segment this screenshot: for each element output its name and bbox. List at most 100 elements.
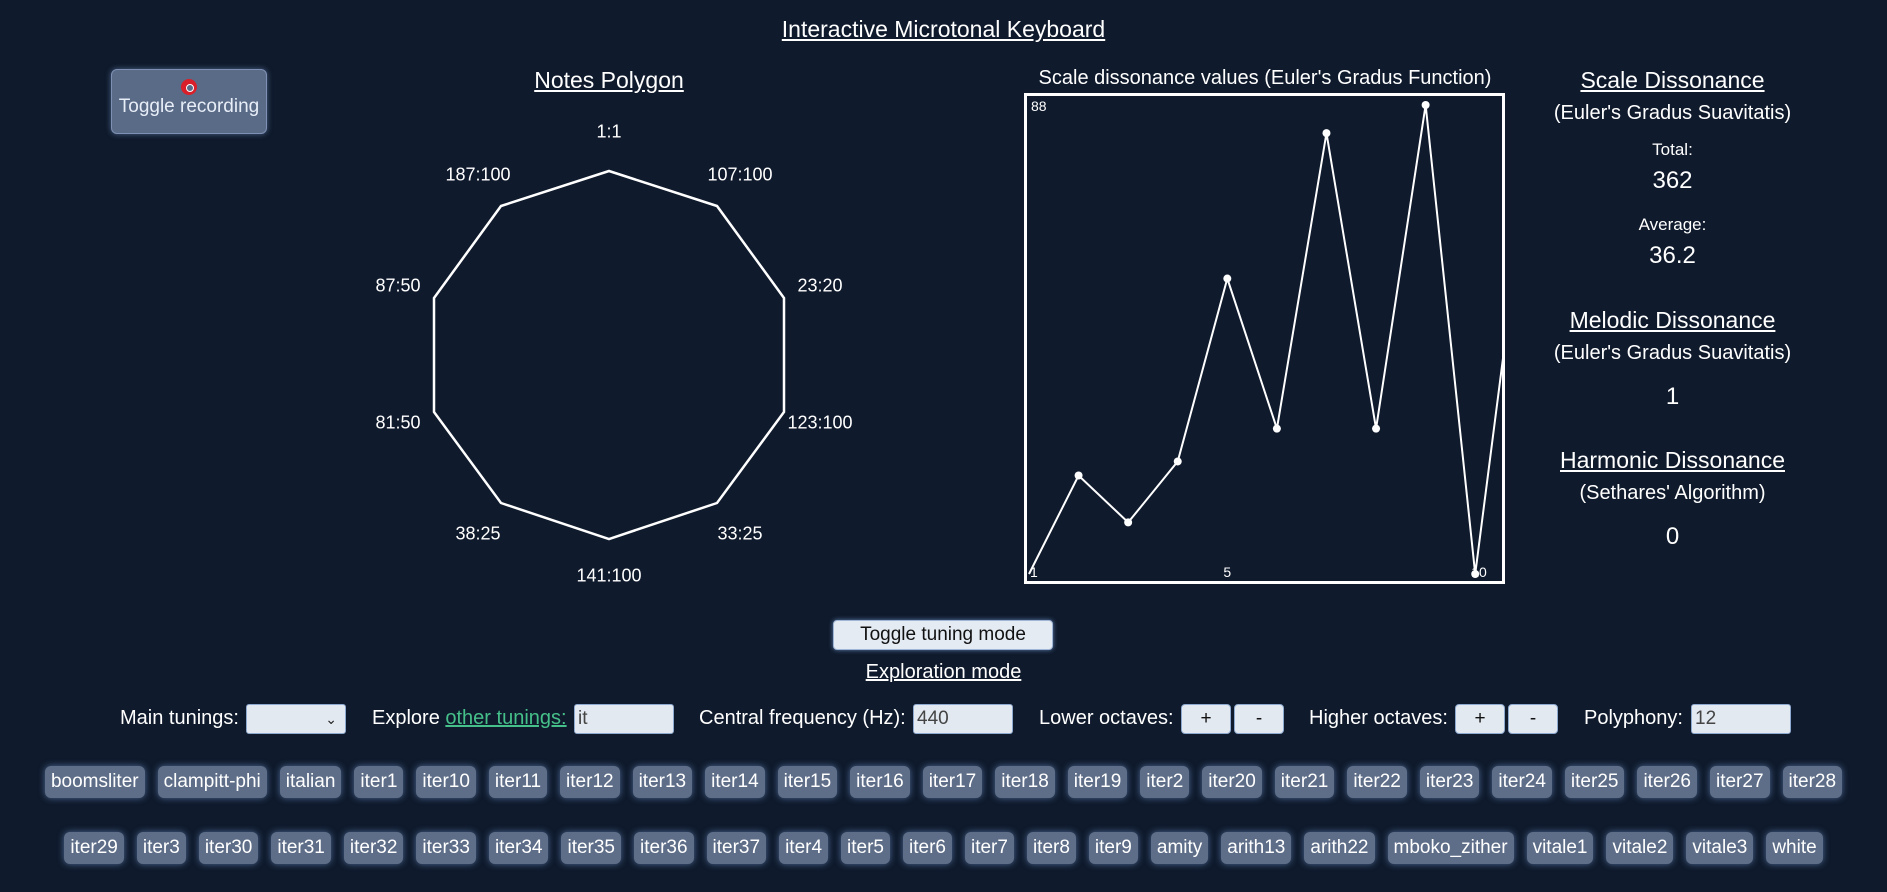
tuning-button[interactable]: mboko_zither — [1387, 832, 1514, 864]
polyphony-label: Polyphony: — [1584, 707, 1683, 729]
tuning-button[interactable]: iter8 — [1026, 832, 1076, 864]
harmonic-dissonance-heading: Harmonic Dissonance — [1560, 447, 1785, 473]
polygon-note-label: 123:100 — [787, 412, 853, 433]
tuning-button[interactable]: iter9 — [1088, 832, 1138, 864]
polygon-note-label: 107:100 — [707, 164, 773, 185]
tuning-button[interactable]: iter27 — [1709, 766, 1770, 798]
tuning-button[interactable]: iter16 — [850, 766, 910, 798]
tuning-button[interactable]: iter26 — [1637, 766, 1697, 798]
other-tunings-link[interactable]: other tunings: — [445, 707, 566, 729]
tuning-button[interactable]: iter23 — [1419, 766, 1480, 798]
tuning-button[interactable]: white — [1766, 832, 1823, 864]
tuning-button[interactable]: iter28 — [1782, 766, 1843, 798]
chart-x-tick-label: 1 — [1030, 564, 1038, 580]
chart-data-point — [1124, 518, 1133, 527]
tuning-button[interactable]: iter7 — [964, 832, 1014, 864]
central-frequency-input[interactable] — [913, 704, 1013, 734]
tuning-button[interactable]: iter5 — [841, 832, 890, 864]
tuning-button[interactable]: iter31 — [271, 832, 331, 864]
page-title: Interactive Microtonal Keyboard — [781, 16, 1106, 42]
tuning-button[interactable]: iter20 — [1202, 766, 1262, 798]
tuning-button[interactable]: iter34 — [488, 832, 549, 864]
average-value: 36.2 — [1649, 242, 1696, 269]
explore-tunings-input[interactable] — [574, 704, 674, 734]
tuning-button[interactable]: iter33 — [416, 832, 476, 864]
toggle-tuning-mode-button[interactable]: Toggle tuning mode — [833, 620, 1053, 650]
explore-label: Explore — [372, 707, 440, 729]
record-icon — [181, 79, 197, 95]
tuning-button[interactable]: amity — [1150, 832, 1209, 864]
toggle-recording-button[interactable]: Toggle recording — [111, 69, 267, 134]
tuning-button[interactable]: iter11 — [488, 766, 548, 798]
dissonance-chart: 88 1 5 10 — [1024, 93, 1505, 584]
tuning-button[interactable]: arith13 — [1221, 832, 1292, 864]
polygon-note-label: 81:50 — [375, 412, 421, 433]
polygon-note-label: 141:100 — [576, 565, 642, 586]
tuning-button[interactable]: arith22 — [1304, 832, 1375, 864]
polyphony-input[interactable] — [1691, 704, 1791, 734]
tuning-button[interactable]: iter13 — [632, 766, 693, 798]
notes-polygon-shape — [432, 169, 786, 541]
tuning-button[interactable]: iter29 — [64, 832, 124, 864]
polygon-note-label: 23:20 — [797, 275, 843, 296]
chart-data-point — [1173, 457, 1182, 466]
tuning-button[interactable]: iter24 — [1492, 766, 1552, 798]
chart-y-top-label: 88 — [1031, 98, 1047, 114]
tuning-button[interactable]: iter36 — [634, 832, 694, 864]
chart-data-point — [1074, 471, 1083, 480]
chart-series-line — [1028, 104, 1504, 575]
tuning-button[interactable]: iter18 — [995, 766, 1055, 798]
tuning-button[interactable]: iter25 — [1564, 766, 1625, 798]
polygon-note-label: 38:25 — [455, 523, 501, 544]
toggle-recording-label: Toggle recording — [118, 96, 260, 117]
lower-octaves-plus-button[interactable]: + — [1181, 704, 1231, 734]
central-frequency-label: Central frequency (Hz): — [699, 707, 906, 729]
tuning-button[interactable]: italian — [279, 766, 342, 798]
tunings-row-2: iter29 iter3 iter30 iter31 iter32 iter33 iter3… — [0, 832, 1887, 864]
total-label: Total: — [1652, 140, 1693, 159]
tuning-button[interactable]: iter35 — [561, 832, 621, 864]
tuning-button[interactable]: iter14 — [705, 766, 765, 798]
tuning-button[interactable]: vitale3 — [1686, 832, 1754, 864]
tuning-button[interactable]: clampitt-phi — [157, 766, 267, 798]
higher-octaves-minus-button[interactable]: - — [1508, 704, 1558, 734]
chart-x-tick-label: 5 — [1223, 564, 1231, 580]
tuning-button[interactable]: iter1 — [354, 766, 404, 798]
tuning-button[interactable]: iter30 — [198, 832, 259, 864]
tuning-button[interactable]: iter37 — [706, 832, 767, 864]
tuning-button[interactable]: iter6 — [903, 832, 952, 864]
tuning-button[interactable]: vitale1 — [1526, 832, 1594, 864]
chart-data-point — [1223, 274, 1232, 283]
chart-data-point — [1372, 424, 1381, 433]
melodic-dissonance-heading: Melodic Dissonance — [1569, 307, 1776, 333]
tuning-button[interactable]: iter19 — [1067, 766, 1128, 798]
lower-octaves-minus-button[interactable]: - — [1234, 704, 1284, 734]
tuning-button[interactable]: boomsliter — [44, 766, 145, 798]
higher-octaves-plus-button[interactable]: + — [1455, 704, 1505, 734]
tuning-button[interactable]: iter12 — [560, 766, 620, 798]
tuning-button[interactable]: iter32 — [343, 832, 404, 864]
melodic-dissonance-subtitle: (Euler's Gradus Suavitatis) — [1553, 342, 1792, 364]
chart-data-point — [1471, 570, 1480, 578]
chart-data-point — [1322, 129, 1331, 138]
chevron-down-icon: ⌄ — [325, 711, 337, 727]
scale-dissonance-heading: Scale Dissonance — [1580, 67, 1765, 93]
tuning-button[interactable]: iter15 — [777, 766, 838, 798]
higher-octaves-label: Higher octaves: — [1309, 707, 1448, 729]
tuning-button[interactable]: vitale2 — [1606, 832, 1674, 864]
tuning-button[interactable]: iter4 — [779, 832, 829, 864]
chart-data-point — [1421, 101, 1430, 109]
harmonic-dissonance-value: 0 — [1665, 523, 1680, 550]
melodic-dissonance-value: 1 — [1665, 383, 1680, 410]
harmonic-dissonance-subtitle: (Sethares' Algorithm) — [1579, 482, 1766, 504]
tuning-button[interactable]: iter22 — [1347, 766, 1407, 798]
tuning-button[interactable]: iter17 — [922, 766, 983, 798]
mode-label: Exploration mode — [865, 661, 1022, 683]
main-tunings-select[interactable]: ⌄ — [246, 704, 346, 734]
tuning-button[interactable]: iter3 — [136, 832, 186, 864]
chart-data-point — [1272, 424, 1281, 433]
tuning-button[interactable]: iter2 — [1140, 766, 1190, 798]
tuning-button[interactable]: iter10 — [416, 766, 476, 798]
polygon-note-label: 33:25 — [717, 523, 763, 544]
tuning-button[interactable]: iter21 — [1274, 766, 1335, 798]
